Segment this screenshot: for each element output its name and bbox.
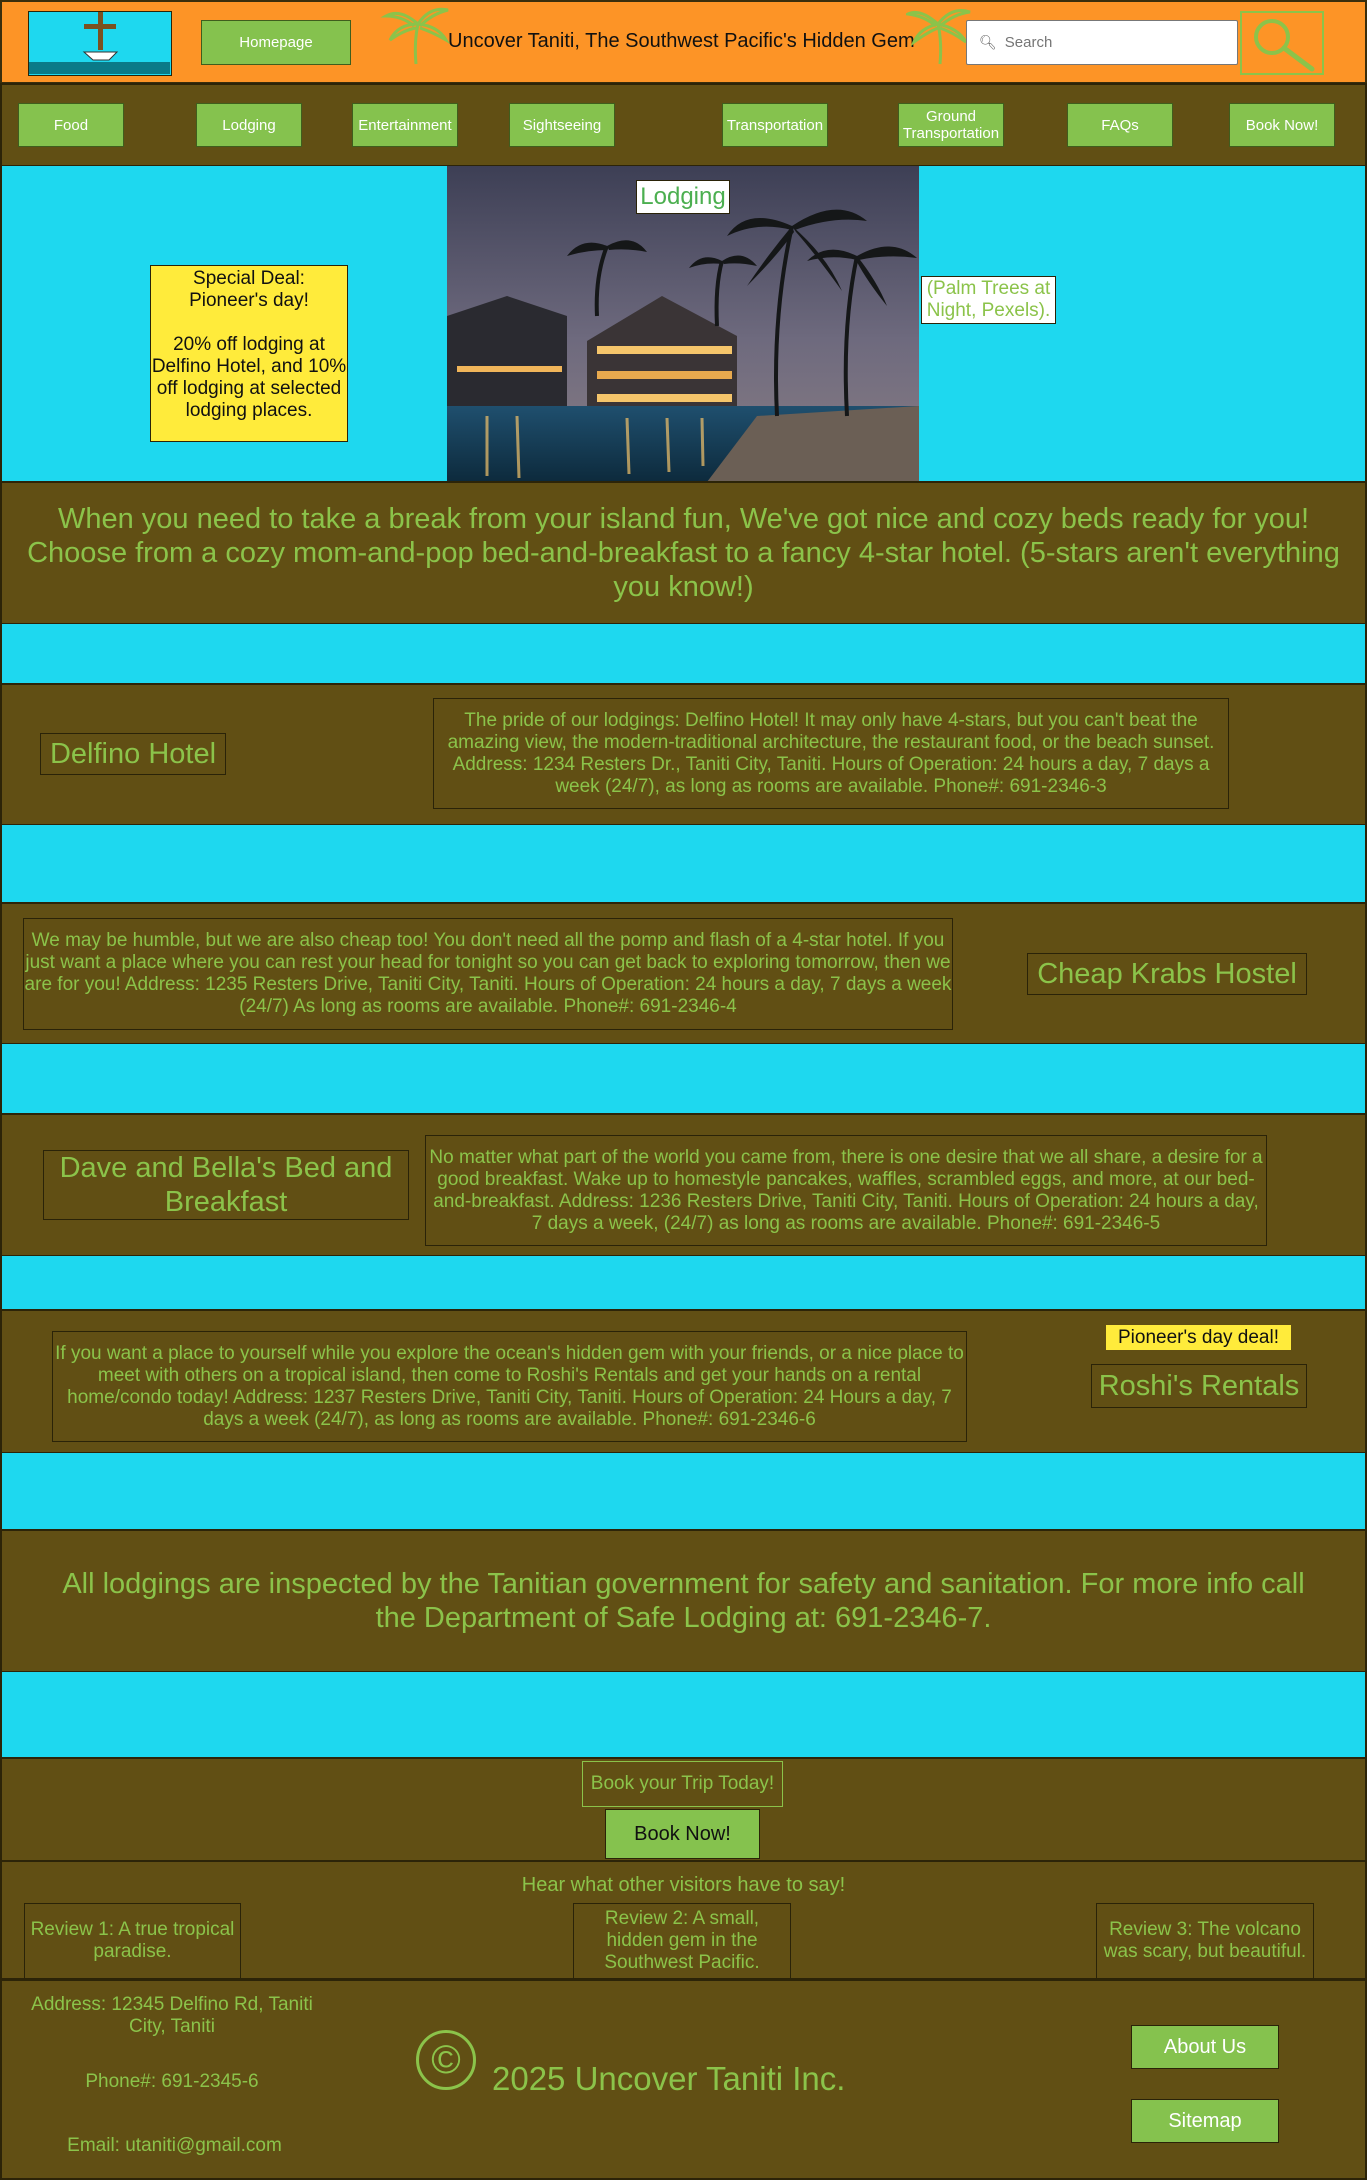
about-us-button[interactable]: About Us [1131,2025,1279,2069]
lodging-name-roshi: Roshi's Rentals [1091,1364,1307,1408]
magnifier-icon [1254,19,1315,72]
spacer-1 [0,624,1367,684]
lodging-name-delfino: Delfino Hotel [40,733,226,775]
nav-item-transportation[interactable]: Transportation [722,103,828,147]
booking-heading: Book your Trip Today! [582,1761,783,1807]
book-now-button[interactable]: Book Now! [605,1809,760,1859]
inspection-notice: All lodgings are inspected by the Taniti… [0,1529,1367,1673]
copyright-icon: © [416,2030,476,2090]
site-title: Uncover Taniti, The Southwest Pacific's … [448,30,915,52]
reviews-heading: Hear what other visitors have to say! [521,1873,846,1896]
sitemap-button[interactable]: Sitemap [1131,2099,1279,2143]
spacer-6 [0,1672,1367,1758]
spacer-2 [0,825,1367,903]
review-card-2: Review 2: A small, hidden gem in the Sou… [573,1903,791,1979]
review-card-3: Review 3: The volcano was scary, but bea… [1096,1903,1314,1979]
spacer-5 [0,1453,1367,1530]
pioneer-deal-badge: Pioneer's day deal! [1106,1325,1291,1350]
image-credit: (Palm Trees at Night, Pexels). [921,276,1056,324]
nav-item-lodging[interactable]: Lodging [196,103,302,147]
site-logo[interactable] [28,11,172,76]
lodging-description-cheap-krabs: We may be humble, but we are also cheap … [23,918,953,1030]
palm-tree-left-icon [380,7,451,65]
nav-item-faqs[interactable]: FAQs [1067,103,1173,147]
footer-email: Email: utaniti@gmail.com [67,2135,282,2156]
lodging-description-roshi: If you want a place to yourself while yo… [52,1331,967,1442]
search-field[interactable]: 🔍︎ [966,20,1238,65]
image-label: Lodging [636,180,730,214]
nav-item-food[interactable]: Food [18,103,124,147]
intro-section: When you need to take a break from your … [0,481,1367,625]
nav-item-sightseeing[interactable]: Sightseeing [509,103,615,147]
search-small-icon: 🔍︎ [979,34,997,50]
search-button[interactable] [1240,11,1324,75]
lodging-name-dave-bella: Dave and Bella's Bed and Breakfast [43,1150,409,1220]
lodging-description-delfino: The pride of our lodgings: Delfino Hotel… [433,698,1229,809]
lodging-description-dave-bella: No matter what part of the world you cam… [425,1135,1267,1246]
spacer-4 [0,1256,1367,1310]
spacer-3 [0,1044,1367,1114]
nav-item-book-now[interactable]: Book Now! [1229,103,1335,147]
review-card-1: Review 1: A true tropical paradise. [24,1903,241,1979]
lodging-name-cheap-krabs: Cheap Krabs Hostel [1027,953,1307,995]
special-deal-box: Special Deal: Pioneer's day! 20% off lod… [150,265,348,442]
nav-item-entertainment[interactable]: Entertainment [352,103,458,147]
footer-copyright: 2025 Uncover Taniti Inc. [492,2060,846,2097]
nav-item-ground-transportation[interactable]: Ground Transportation [898,103,1004,147]
footer-phone: Phone#: 691-2345-6 [85,2071,259,2092]
search-input[interactable] [1002,33,1227,52]
homepage-button[interactable]: Homepage [201,20,351,65]
cross-island-logo-icon [29,12,170,74]
footer-address: Address: 12345 Delfino Rd, Taniti City, … [31,1994,313,2037]
